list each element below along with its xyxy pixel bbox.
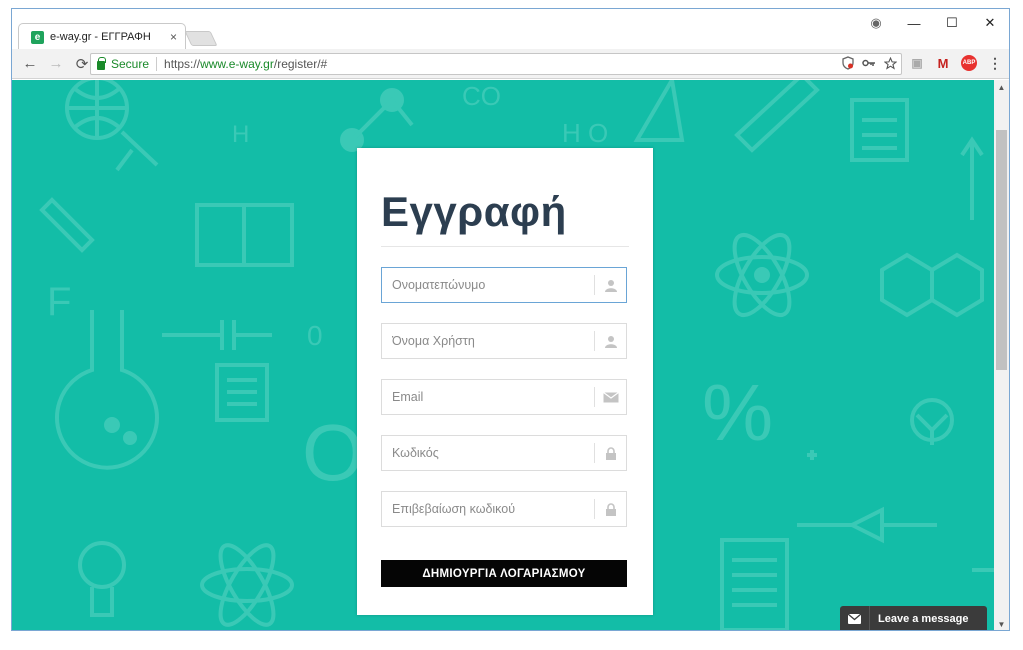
extension-icons: ▣ M ABP ⋮	[909, 55, 1003, 71]
tab-active[interactable]: e e-way.gr - ΕΓΓΡΑΦΗ ×	[18, 23, 186, 50]
confirm-password-input[interactable]	[382, 492, 592, 526]
email-field	[381, 379, 627, 415]
secure-lock-icon	[97, 56, 106, 70]
new-tab-button[interactable]	[184, 31, 218, 46]
adblock-extension-icon[interactable]: ABP	[961, 55, 977, 71]
minimize-button[interactable]: —	[895, 9, 933, 37]
page-scrollbar[interactable]: ▲ ▼	[994, 80, 1009, 630]
scroll-up-icon[interactable]: ▲	[994, 80, 1009, 95]
chat-widget[interactable]: Leave a message	[840, 606, 987, 630]
url-text: https://www.e-way.gr/register/#	[164, 57, 327, 71]
secure-label: Secure	[111, 57, 158, 71]
tab-close-icon[interactable]: ×	[170, 30, 177, 44]
title-divider	[381, 246, 629, 247]
register-card: Εγγραφή Ονοματεπώνυμο Όνομα Χρήστη Email…	[357, 148, 653, 615]
username-input[interactable]	[382, 324, 592, 358]
browser-window: e e-way.gr - ΕΓΓΡΑΦΗ × ◉ — ☐ ✕ ← → ⟳ Sec…	[11, 8, 1010, 631]
maximize-button[interactable]: ☐	[933, 9, 971, 37]
scroll-down-icon[interactable]: ▼	[994, 617, 1009, 630]
site-favicon-icon: e	[31, 30, 44, 44]
key-icon[interactable]	[862, 58, 876, 68]
forward-button[interactable]: →	[44, 52, 68, 76]
svg-text:0: 0	[307, 320, 323, 351]
bookmark-star-icon[interactable]	[884, 56, 897, 70]
svg-text:H O: H O	[562, 118, 608, 148]
svg-text:CO: CO	[462, 81, 501, 111]
password-field	[381, 435, 627, 471]
gmail-extension-icon[interactable]: M	[935, 55, 951, 71]
confirm-password-field	[381, 491, 627, 527]
envelope-icon	[594, 387, 626, 407]
blocked-popup-icon[interactable]	[842, 56, 854, 70]
lock-icon	[594, 499, 626, 519]
page-viewport: F H O 0 CO H O % Εγγραφή Ονοματεπώνυμο Ό…	[12, 80, 996, 630]
url-scheme: https://	[164, 57, 201, 71]
envelope-icon	[840, 606, 870, 630]
page-title: Εγγραφή	[381, 188, 567, 235]
close-window-button[interactable]: ✕	[971, 9, 1009, 37]
tab-title: e-way.gr - ΕΓΓΡΑΦΗ	[50, 31, 151, 43]
svg-text:H: H	[232, 121, 249, 148]
url-path: /register/#	[273, 57, 328, 71]
username-field	[381, 323, 627, 359]
password-input[interactable]	[382, 436, 592, 470]
title-bar: e e-way.gr - ΕΓΓΡΑΦΗ × ◉ — ☐ ✕	[12, 9, 1009, 50]
svg-text:O: O	[302, 408, 364, 497]
pdf-extension-icon[interactable]: ▣	[909, 55, 925, 71]
scroll-thumb[interactable]	[996, 130, 1007, 370]
lock-icon	[594, 443, 626, 463]
user-icon	[594, 331, 626, 351]
svg-text:F: F	[47, 280, 71, 324]
fullname-field	[381, 267, 627, 303]
chat-widget-label: Leave a message	[878, 613, 969, 625]
svg-text:%: %	[702, 368, 773, 457]
url-host: www.e-way.gr	[200, 57, 274, 71]
fullname-input[interactable]	[382, 268, 592, 302]
omnibox-actions	[842, 56, 897, 70]
account-icon[interactable]: ◉	[857, 9, 895, 37]
browser-menu-icon[interactable]: ⋮	[987, 55, 1003, 71]
back-button[interactable]: ←	[18, 52, 42, 76]
email-input[interactable]	[382, 380, 592, 414]
browser-toolbar: ← → ⟳ Secure https://www.e-way.gr/regist…	[12, 49, 1009, 79]
user-icon	[594, 275, 626, 295]
create-account-button[interactable]: ΔΗΜΙΟΥΡΓΙΑ ΛΟΓΑΡΙΑΣΜΟΥ	[381, 560, 627, 587]
window-controls: ◉ — ☐ ✕	[857, 9, 1009, 37]
address-bar[interactable]: Secure https://www.e-way.gr/register/#	[90, 53, 902, 75]
